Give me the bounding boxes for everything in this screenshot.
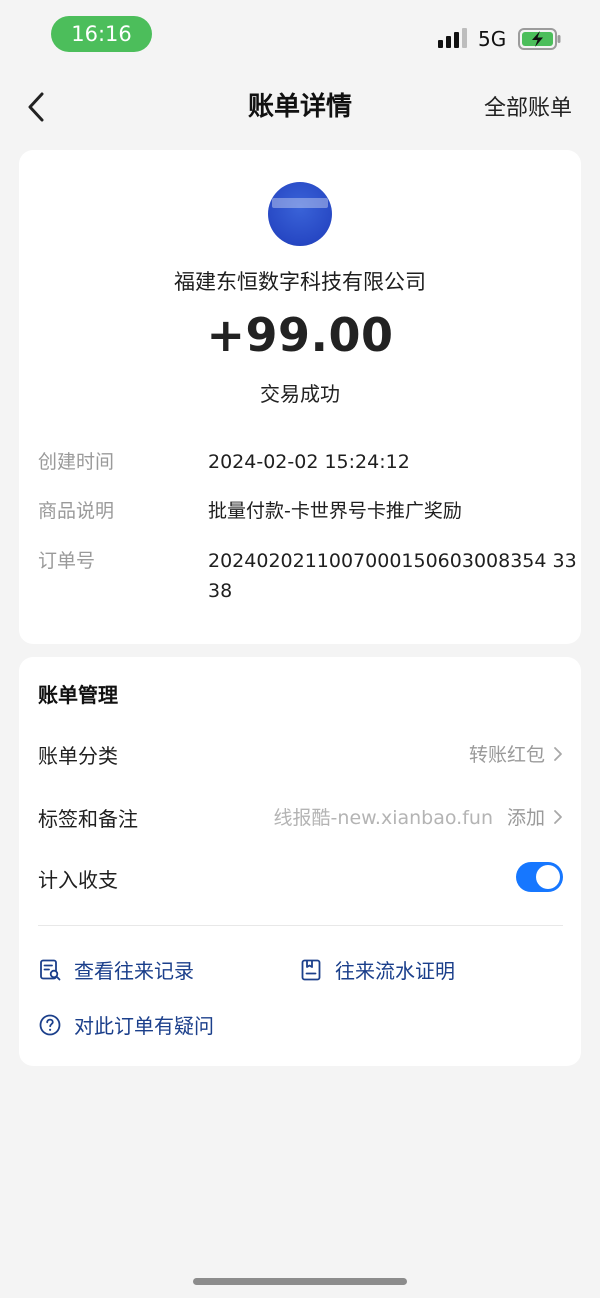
transaction-amount: +99.00: [206, 308, 394, 362]
add-tag-label: 添加: [506, 807, 545, 829]
manage-right: 转账红包: [469, 740, 563, 767]
link-label: 往来流水证明: [335, 959, 455, 983]
view-history-link[interactable]: 查看往来记录: [38, 955, 194, 984]
link-label: 对此订单有疑问: [74, 1014, 214, 1038]
info-value: 2024-02-02 15:24:12: [208, 451, 410, 473]
question-circle-icon: [39, 1014, 61, 1035]
document-icon: [301, 959, 321, 980]
manage-label: 账单分类: [38, 744, 118, 768]
manage-right: 线报酷-new.xianbao.fun 添加: [274, 803, 563, 830]
bill-manage-card: 账单管理 账单分类 转账红包 标签和备注 线报酷-new.xianbao.fun…: [19, 657, 581, 1066]
watermark-text: 线报酷-new.xianbao.fun: [273, 807, 493, 829]
signal-icon: [438, 28, 467, 48]
network-label: 5G: [478, 27, 507, 51]
include-in-stats-row: 计入收支: [38, 862, 563, 898]
manage-label: 标签和备注: [38, 807, 138, 831]
toggle-knob: [536, 865, 560, 889]
transaction-proof-link[interactable]: 往来流水证明: [299, 955, 455, 984]
info-label: 创建时间: [38, 451, 115, 473]
order-question-link[interactable]: 对此订单有疑问: [38, 1010, 214, 1039]
status-time: 16:16: [51, 16, 152, 52]
chevron-right-icon: [554, 746, 562, 761]
home-indicator[interactable]: [193, 1278, 407, 1285]
merchant-logo: [268, 182, 332, 246]
battery-charging-icon: [518, 28, 561, 50]
bill-detail-card: 福建东恒数字科技有限公司 +99.00 交易成功 创建时间 2024-02-02…: [19, 150, 581, 644]
info-value: 批量付款-卡世界号卡推广奖励: [208, 500, 462, 522]
chevron-right-icon: [554, 809, 562, 824]
bill-category-row[interactable]: 账单分类 转账红包: [38, 740, 563, 774]
info-label: 商品说明: [38, 500, 115, 522]
link-label: 查看往来记录: [74, 959, 194, 983]
divider: [38, 925, 563, 926]
transaction-status: 交易成功: [260, 382, 340, 406]
tags-notes-row[interactable]: 标签和备注 线报酷-new.xianbao.fun 添加: [38, 803, 563, 837]
info-label: 订单号: [38, 550, 96, 572]
order-number-value: 2024020211007000150603008354 3338: [208, 550, 577, 602]
nav-bar: 账单详情 全部账单: [0, 78, 600, 136]
manage-label: 计入收支: [38, 868, 118, 892]
all-bills-link[interactable]: 全部账单: [484, 90, 572, 122]
status-bar: 16:16 5G: [0, 0, 600, 70]
category-value: 转账红包: [468, 744, 545, 766]
merchant-name: 福建东恒数字科技有限公司: [174, 270, 426, 294]
records-search-icon: [40, 959, 61, 980]
section-title: 账单管理: [38, 683, 118, 707]
include-in-stats-toggle[interactable]: [516, 862, 563, 892]
